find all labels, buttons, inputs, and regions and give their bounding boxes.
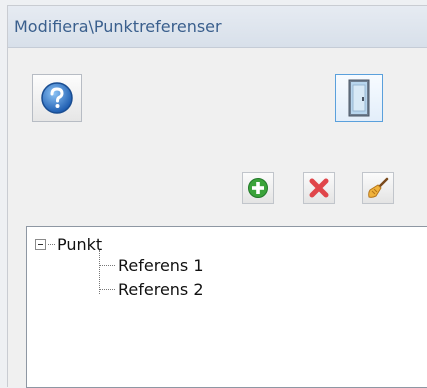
collapse-icon[interactable]: [35, 238, 46, 250]
tree-node-root[interactable]: Punkt: [35, 233, 102, 255]
tree-node-child[interactable]: Referens 1: [99, 254, 204, 276]
panel-title: Modifiera\Punktreferenser: [14, 17, 222, 36]
tree-node-label: Punkt: [57, 234, 103, 254]
exit-button[interactable]: [335, 74, 383, 122]
broom-icon: [368, 177, 389, 198]
add-button[interactable]: [242, 172, 274, 204]
tree-node-label: Referens 2: [118, 279, 204, 299]
help-icon: [41, 82, 73, 114]
reference-tree[interactable]: Punkt Referens 1 Referens 2: [26, 226, 427, 388]
tree-node-label: Referens 1: [118, 255, 204, 275]
tree-node-child[interactable]: Referens 2: [99, 278, 204, 300]
x-delete-icon: [309, 178, 329, 198]
plus-icon: [248, 178, 268, 198]
help-button[interactable]: [32, 74, 82, 122]
panel-titlebar: Modifiera\Punktreferenser: [8, 6, 427, 48]
tree-connector: [99, 288, 115, 290]
clear-button[interactable]: [362, 172, 394, 204]
tree-connector: [48, 243, 55, 245]
door-exit-icon: [348, 79, 370, 117]
delete-button[interactable]: [303, 172, 335, 204]
tree-connector: [99, 264, 115, 266]
reference-panel: Modifiera\Punktreferenser Punkt Referens…: [7, 5, 427, 388]
